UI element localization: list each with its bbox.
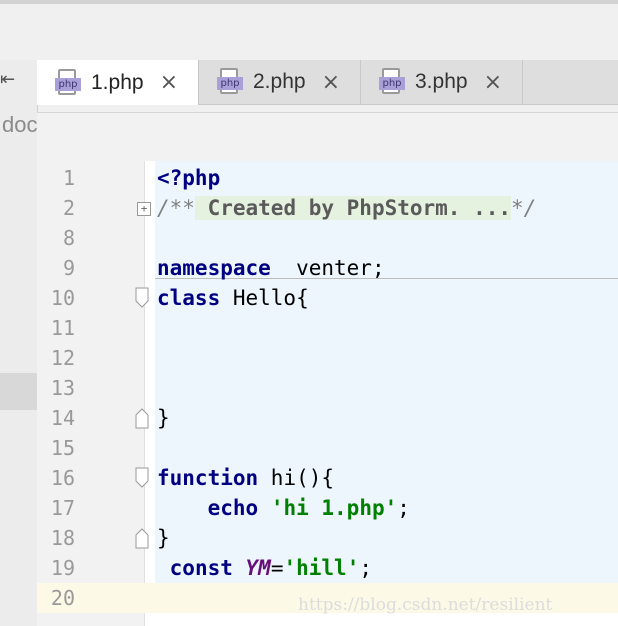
line-number: 20: [50, 586, 75, 610]
code-line[interactable]: 13: [37, 373, 618, 403]
tab-label: 1.php: [91, 70, 144, 94]
fold-end-icon[interactable]: [135, 527, 149, 549]
php-file-icon: php: [217, 68, 243, 96]
tab-2-php[interactable]: php 2.php ×: [199, 60, 361, 104]
collapse-left-icon[interactable]: ⇤: [0, 68, 30, 92]
code-line[interactable]: 1 <?php: [37, 163, 618, 193]
tab-1-php[interactable]: php 1.php ×: [37, 60, 199, 105]
code-line[interactable]: 8: [37, 223, 618, 253]
editor-tab-bar: php 1.php × php 2.php × php 3.php ×: [37, 60, 618, 105]
close-icon[interactable]: ×: [322, 70, 340, 95]
line-number: 2: [62, 196, 75, 220]
folded-doc-comment[interactable]: /** Created by PhpStorm. ...*/: [157, 193, 536, 223]
project-tree-selected-row[interactable]: [0, 373, 37, 410]
fold-end-icon[interactable]: [135, 407, 149, 429]
fold-start-icon[interactable]: [135, 287, 149, 308]
code-line[interactable]: 9 namespace venter;: [37, 253, 618, 283]
tab-3-php[interactable]: php 3.php ×: [361, 60, 523, 104]
editor-breadcrumb-bar: [37, 112, 618, 162]
closing-brace: }: [157, 526, 170, 550]
line-number: 18: [50, 526, 75, 550]
tab-label: 3.php: [415, 70, 468, 93]
project-side-panel: ⇤ doc: [0, 60, 38, 626]
close-icon[interactable]: ×: [160, 70, 178, 95]
code-line[interactable]: 10 class Hello{: [37, 283, 618, 313]
line-number: 1: [62, 166, 75, 190]
code-line[interactable]: 19 const YM='hill';: [37, 553, 618, 583]
expand-fold-icon[interactable]: +: [137, 202, 151, 216]
php-file-icon: php: [379, 68, 405, 96]
function-declaration: function hi(){: [157, 466, 335, 490]
closing-brace: }: [157, 406, 170, 430]
echo-statement: echo 'hi 1.php';: [207, 496, 410, 520]
code-line[interactable]: 16 function hi(){: [37, 463, 618, 493]
line-number: 15: [50, 436, 75, 460]
code-line[interactable]: 17 echo 'hi 1.php';: [37, 493, 618, 523]
line-number: 16: [50, 466, 75, 490]
code-line[interactable]: 15: [37, 433, 618, 463]
php-file-icon: php: [55, 68, 81, 97]
tab-label: 2.php: [253, 70, 306, 93]
code-line[interactable]: 18 }: [37, 523, 618, 553]
namespace-declaration: namespace venter;: [157, 256, 385, 280]
code-line[interactable]: 12: [37, 343, 618, 373]
code-editor[interactable]: 1 <?php 2 + /** Created by PhpStorm. ...…: [37, 161, 618, 626]
line-number: 14: [50, 406, 75, 430]
code-line[interactable]: 14 }: [37, 403, 618, 433]
line-number: 13: [50, 376, 75, 400]
fold-start-icon[interactable]: [135, 467, 149, 488]
line-number: 9: [62, 256, 75, 280]
close-icon[interactable]: ×: [484, 70, 502, 95]
line-number: 17: [50, 496, 75, 520]
code-line[interactable]: 2 + /** Created by PhpStorm. ...*/: [37, 193, 618, 223]
window-top-border: [0, 0, 618, 4]
line-number: 12: [50, 346, 75, 370]
line-number: 19: [50, 556, 75, 580]
watermark-url: https://blog.csdn.net/resilient: [298, 595, 553, 615]
php-open-tag: <?php: [157, 166, 221, 190]
project-tree-item-label[interactable]: doc: [2, 112, 37, 138]
line-number: 10: [50, 286, 75, 310]
line-number: 11: [50, 316, 75, 340]
class-declaration: class Hello{: [157, 286, 309, 310]
const-declaration: const YM='hill';: [169, 556, 372, 580]
line-number: 8: [62, 226, 75, 250]
code-line[interactable]: 11: [37, 313, 618, 343]
